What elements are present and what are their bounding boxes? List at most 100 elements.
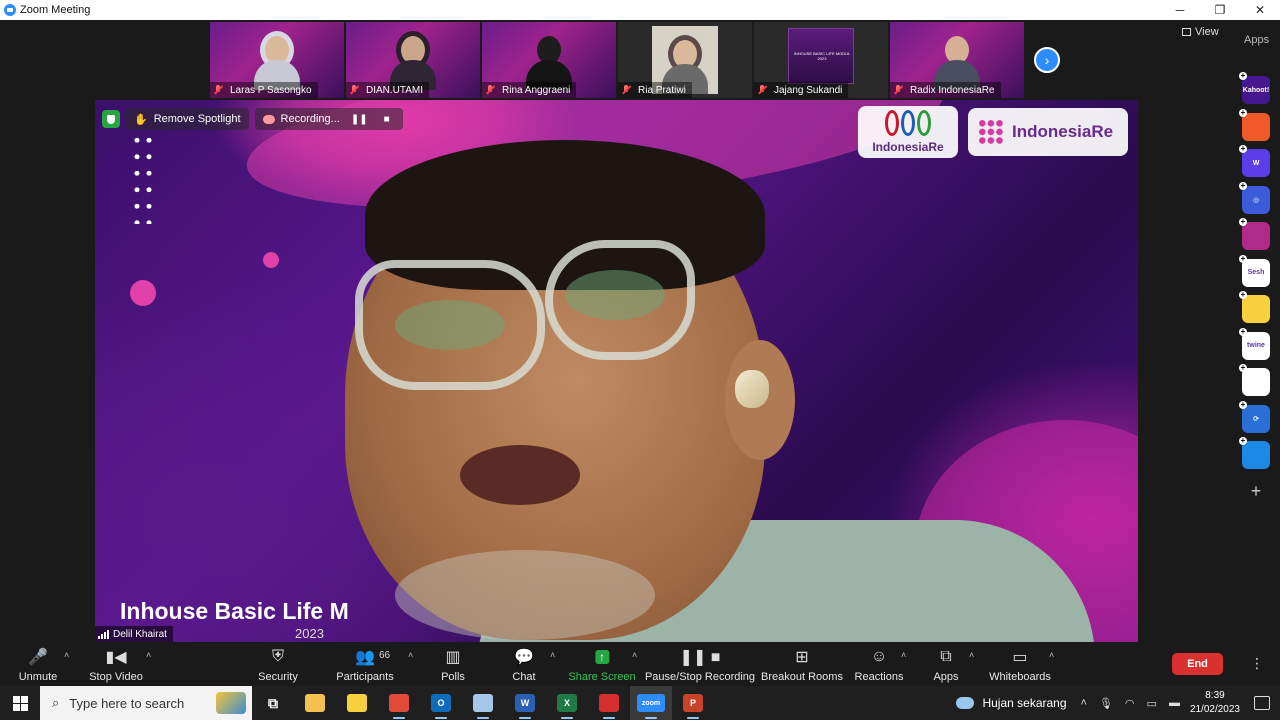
thumbnail-radix[interactable]: Radix IndonesiaRe [890,22,1024,98]
remove-spotlight-button[interactable]: ✋ Remove Spotlight [126,108,249,130]
add-app-icon: + [1239,326,1247,336]
pause-recording-button[interactable]: ❚❚ [346,114,373,125]
stop-video-button[interactable]: ▮◀ Stop Video [89,646,143,683]
notification-icon[interactable] [1254,696,1270,710]
slide-title: Inhouse Basic Life M [120,598,349,624]
zoom-icon[interactable]: zoom [630,686,672,720]
indonesiare-institute-logo: IndonesiaRe [968,108,1128,156]
chevron-up-icon[interactable]: ˄ [969,650,974,660]
whiteboards-button[interactable]: ▭ Whiteboards [989,646,1051,683]
next-page-button[interactable]: › [1034,47,1060,73]
meeting-toolbar: 🎤 Unmute ˄ ▮◀ Stop Video ˄ ⛨ Security 👥 Participa… [0,642,1280,686]
windows-logo-icon [12,695,28,711]
meeting-area: Laras P Sasongko DIAN.UTAMI Rina Anggrae… [0,20,1280,642]
thumbnail-ria[interactable]: Ria Pratiwi [618,22,752,98]
pause-stop-recording-icon: ❚❚ ■ [679,649,721,666]
polls-button[interactable]: ▥ Polls [441,646,465,683]
taskbar-clock[interactable]: 8:39 21/02/2023 [1190,689,1240,717]
view-grid-icon [1182,28,1191,36]
outlook-icon[interactable]: O [420,686,462,720]
thumbnail-label: Jajang Sukandi [754,82,849,98]
start-button[interactable] [0,686,40,720]
unmute-button[interactable]: 🎤 Unmute [19,646,58,683]
chevron-up-icon[interactable]: ˄ [408,650,413,660]
spotlight-video[interactable]: ✋ Remove Spotlight Recording... ❚❚ ■ Ind… [95,100,1138,642]
view-button[interactable]: View [1182,26,1219,38]
pause-stop-recording-button[interactable]: ❚❚ ■ Pause/Stop Recording [645,646,755,683]
background-dot [130,280,156,306]
reactions-icon: ☺ [870,648,888,665]
puzzle-app-icon[interactable]: + [1239,364,1270,396]
participant-thumbnails: Laras P Sasongko DIAN.UTAMI Rina Anggrae… [210,22,1024,98]
display-icon[interactable]: ▭ [1147,697,1157,710]
chevron-up-icon[interactable]: ˄ [901,650,906,660]
logo-mosaic-icon [978,119,1004,145]
breakout-rooms-button[interactable]: ⊞ Breakout Rooms [761,646,843,683]
indonesiare-logo: IndonesiaRe [858,106,958,158]
add-app-icon: + [1239,436,1247,445]
chat-button[interactable]: 💬 Chat [512,646,535,683]
muted-mic-icon [622,85,630,95]
minimize-button[interactable]: ─ [1160,0,1200,20]
chevron-up-icon[interactable]: ˄ [1081,697,1087,709]
wooclap-app-icon[interactable]: + W [1239,145,1270,177]
chrome-icon[interactable] [378,686,420,720]
chevron-up-icon[interactable]: ˄ [146,650,151,660]
weather-widget[interactable]: Hujan sekarang [956,696,1067,710]
add-app-icon: + [1239,71,1247,80]
share-screen-icon: ↑ [594,646,609,668]
system-tray: Hujan sekarang ˄ 🎙 ◠ ▭ ▬ 8:39 21/02/2023 [956,686,1280,720]
thumbnail-dian[interactable]: DIAN.UTAMI [346,22,480,98]
reactions-button[interactable]: ☺ Reactions [855,646,904,683]
chevron-up-icon[interactable]: ˄ [1049,650,1054,660]
sesh-app-icon[interactable]: + Sesh [1239,254,1270,287]
acrobat-icon[interactable] [588,686,630,720]
muted-mic-icon [214,85,222,95]
maximize-button[interactable]: ❐ [1200,0,1240,20]
thumbnail-laras[interactable]: Laras P Sasongko [210,22,344,98]
twine-app-icon[interactable]: + twine [1239,327,1270,360]
apps-button[interactable]: ⧉ Apps [933,646,958,683]
sync-app-icon[interactable]: + ⟳ [1239,400,1270,433]
chevron-up-icon[interactable]: ˄ [632,650,637,660]
stop-video-icon: ▮◀ [105,649,127,666]
stack-app-icon[interactable]: + [1239,437,1270,469]
slido-app-icon[interactable]: + [1239,108,1270,141]
end-meeting-button[interactable]: End [1172,653,1223,675]
more-options-icon[interactable]: ⋮ [1250,655,1264,672]
close-button[interactable]: ✕ [1240,0,1280,20]
paint-icon[interactable] [462,686,504,720]
thumbnail-jajang[interactable]: INHOUSE BASIC LIFE MODUL 2023 Jajang Suk… [754,22,888,98]
participants-count: 66 [379,650,391,661]
add-app-icon: + [1239,180,1247,190]
stop-recording-button[interactable]: ■ [379,114,395,125]
microphone-icon[interactable]: 🎙 [1099,697,1113,710]
taskbar-search[interactable]: ⌕ Type here to search [40,686,252,720]
chevron-up-icon[interactable]: ˄ [64,650,69,660]
add-app-icon: + [1239,144,1247,153]
earbud [735,370,769,408]
emoji-app-icon[interactable]: + [1239,291,1270,323]
excel-icon[interactable]: X [546,686,588,720]
search-placeholder: Type here to search [69,695,185,711]
security-shield-icon[interactable] [102,110,120,128]
battery-icon[interactable]: ▬ [1169,697,1180,709]
add-apps-button[interactable]: + [1242,478,1270,506]
thumbnail-label: Radix IndonesiaRe [890,82,1001,98]
taskbar-apps: ⧉ O W Xzoom P [252,686,714,720]
security-button[interactable]: ⛨ Security [258,646,298,683]
word-icon[interactable]: W [504,686,546,720]
title-bar: Zoom Meeting ─ ❐ ✕ [0,0,1280,20]
chevron-up-icon[interactable]: ˄ [550,650,555,660]
thumbnail-rina[interactable]: Rina Anggraeni [482,22,616,98]
mural-app-icon[interactable]: + [1239,218,1270,250]
sticky-notes-icon[interactable] [336,686,378,720]
wifi-icon[interactable]: ◠ [1125,697,1135,710]
file-explorer-icon[interactable] [294,686,336,720]
add-app-icon: + [1239,399,1247,409]
task-view-icon[interactable]: ⧉ [252,686,294,720]
kahoot-app-icon[interactable]: + Kahoot! [1239,72,1270,104]
share-screen-button[interactable]: ↑ Share Screen [568,646,636,683]
powerpoint-icon[interactable]: P [672,686,714,720]
around-app-icon[interactable]: + ◎ [1239,181,1270,214]
